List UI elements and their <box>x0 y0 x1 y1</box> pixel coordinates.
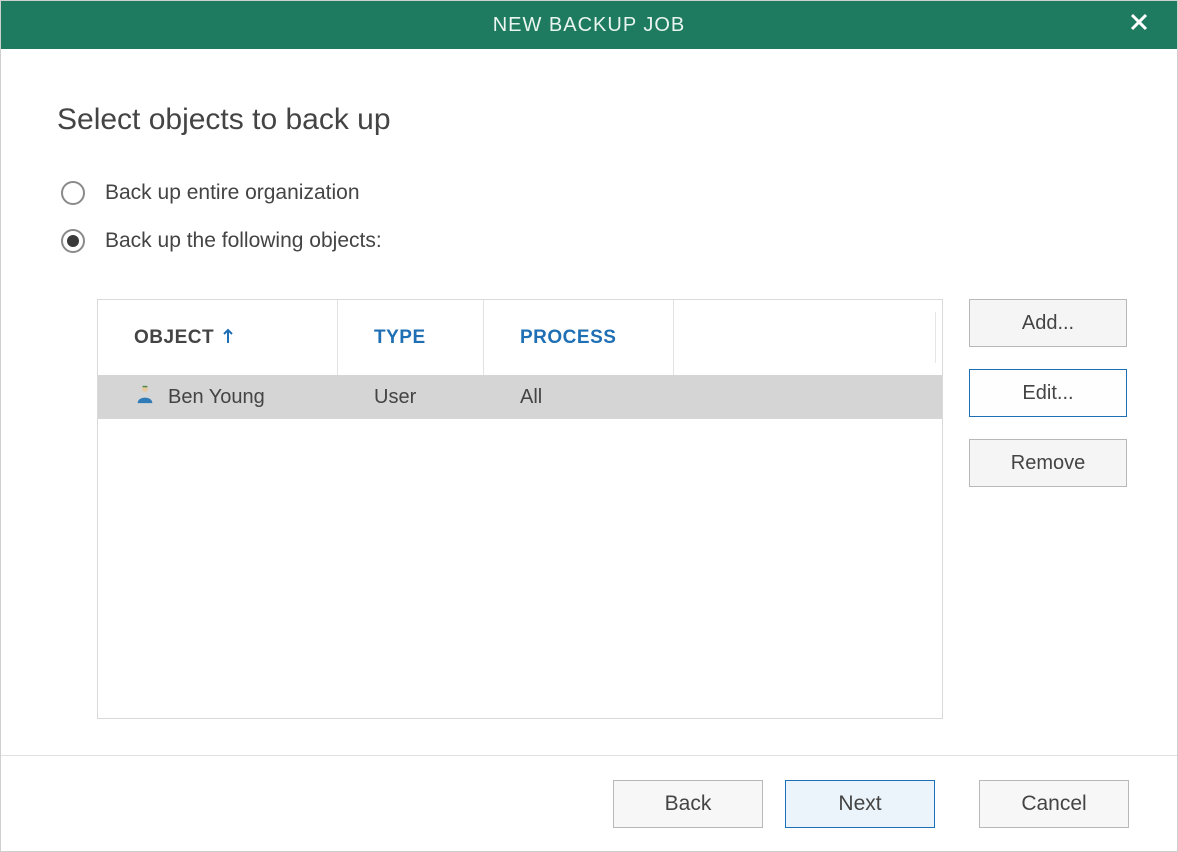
add-button-label: Add... <box>1022 312 1074 335</box>
col-header-type-label: TYPE <box>374 327 426 349</box>
cell-object: Ben Young <box>98 383 338 411</box>
grid-header: OBJECT TYPE PROCESS <box>98 300 942 375</box>
side-buttons: Add... Edit... Remove <box>969 299 1127 725</box>
edit-button[interactable]: Edit... <box>969 369 1127 417</box>
radio-icon <box>61 181 85 205</box>
cell-process-value: All <box>520 386 542 409</box>
radio-entire-org[interactable]: Back up entire organization <box>61 181 1127 205</box>
remove-button[interactable]: Remove <box>969 439 1127 487</box>
user-icon <box>134 383 156 411</box>
back-button-label: Back <box>665 792 712 816</box>
cell-process: All <box>484 386 674 409</box>
cell-object-value: Ben Young <box>168 386 265 409</box>
col-header-object-label: OBJECT <box>134 327 214 349</box>
next-button[interactable]: Next <box>785 780 935 828</box>
cancel-button[interactable]: Cancel <box>979 780 1129 828</box>
radio-group: Back up entire organization Back up the … <box>61 181 1127 277</box>
sort-asc-icon <box>222 326 234 350</box>
radio-label-following-objects: Back up the following objects: <box>105 229 382 253</box>
content-area: Select objects to back up Back up entire… <box>1 49 1177 755</box>
col-header-process-label: PROCESS <box>520 327 616 349</box>
edit-button-label: Edit... <box>1022 382 1073 405</box>
dialog-title: NEW BACKUP JOB <box>493 14 686 37</box>
cell-type-value: User <box>374 386 416 409</box>
add-button[interactable]: Add... <box>969 299 1127 347</box>
objects-grid: OBJECT TYPE PROCESS <box>97 299 943 719</box>
col-header-type[interactable]: TYPE <box>338 300 484 375</box>
grid-body: Ben Young User All <box>98 375 942 718</box>
close-icon <box>1129 12 1149 38</box>
table-area: OBJECT TYPE PROCESS <box>97 299 1127 725</box>
footer: Back Next Cancel <box>1 755 1177 851</box>
col-header-object[interactable]: OBJECT <box>98 300 338 375</box>
page-heading: Select objects to back up <box>57 103 1127 137</box>
table-row[interactable]: Ben Young User All <box>98 375 942 419</box>
remove-button-label: Remove <box>1011 452 1085 475</box>
col-header-empty <box>674 300 942 375</box>
back-button[interactable]: Back <box>613 780 763 828</box>
cell-type: User <box>338 386 484 409</box>
radio-label-entire-org: Back up entire organization <box>105 181 360 205</box>
radio-following-objects[interactable]: Back up the following objects: <box>61 229 1127 253</box>
cancel-button-label: Cancel <box>1021 792 1086 816</box>
next-button-label: Next <box>838 792 881 816</box>
radio-icon <box>61 229 85 253</box>
col-header-process[interactable]: PROCESS <box>484 300 674 375</box>
close-button[interactable] <box>1119 1 1159 49</box>
titlebar: NEW BACKUP JOB <box>1 1 1177 49</box>
